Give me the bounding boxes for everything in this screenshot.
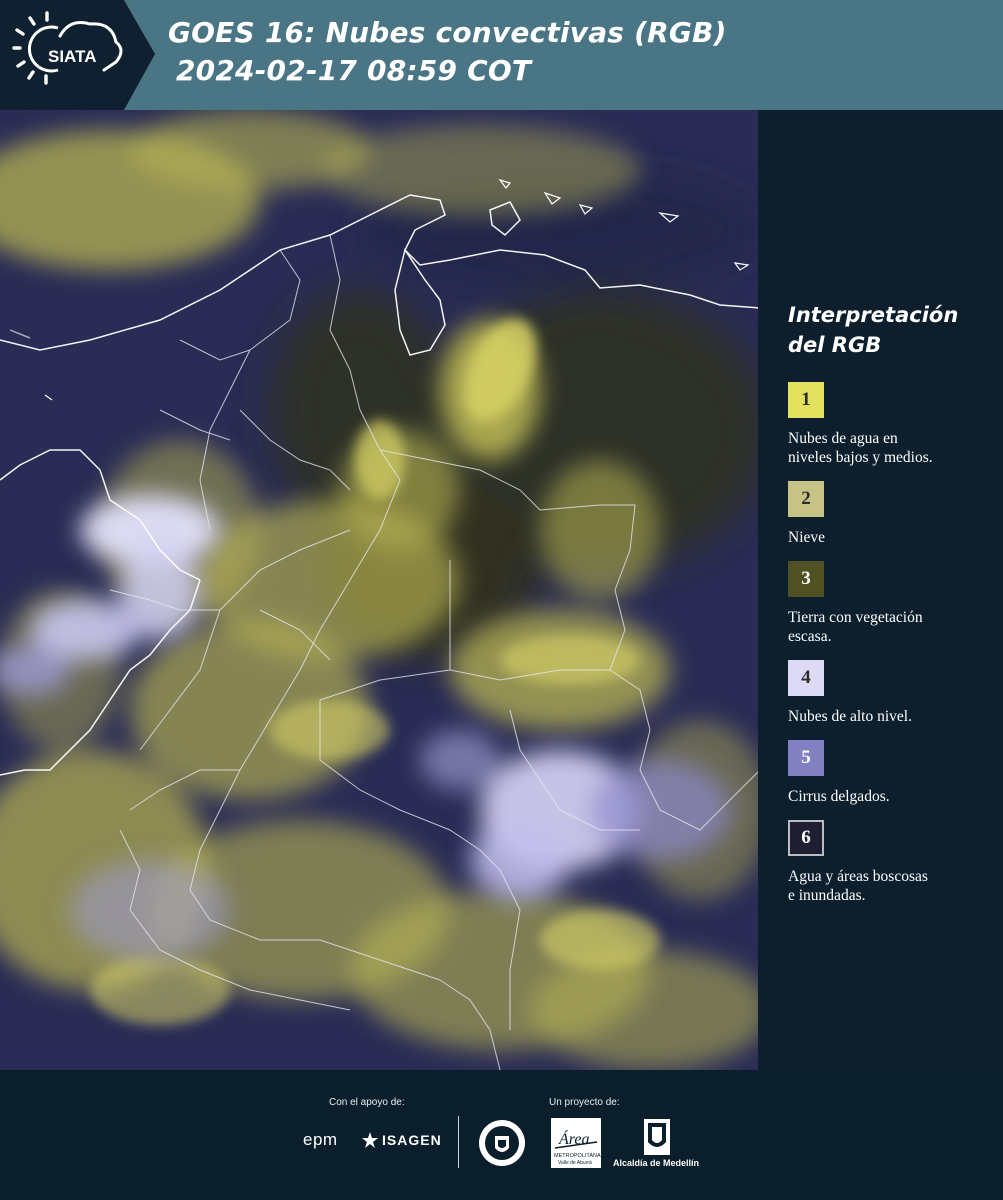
title-timestamp: 2024-02-17 08:59 COT <box>176 54 532 87</box>
legend-label: Agua y áreas boscosas e inundadas. <box>788 868 928 904</box>
epm-logo: epm <box>303 1130 338 1149</box>
legend-label: Nubes de agua en niveles bajos y medios. <box>788 430 933 466</box>
legend-swatch: 4 <box>788 660 824 696</box>
siata-logo: SIATA <box>0 0 155 110</box>
legend-item-2: 2 Nieve <box>788 481 993 547</box>
legend-item-6: 6 Agua y áreas boscosas e inundadas. <box>788 820 993 905</box>
title-line-1: GOES 16: Nubes convectivas (RGB) <box>168 16 727 49</box>
siata-logo-text: SIATA <box>48 47 96 66</box>
isagen-star-icon <box>362 1132 378 1148</box>
footer-divider <box>458 1116 459 1168</box>
legend-swatch: 1 <box>788 382 824 418</box>
satellite-map[interactable] <box>0 110 760 1070</box>
rgb-legend: Interpretación del RGB 1 Nubes de agua e… <box>788 300 993 919</box>
isagen-logo: ISAGEN <box>382 1132 442 1148</box>
alcaldia-logo-text: Alcaldía de Medellín <box>613 1158 700 1168</box>
project-label: Un proyecto de: <box>549 1097 620 1108</box>
legend-item-4: 4 Nubes de alto nivel. <box>788 660 993 726</box>
alcaldia-shield-icon <box>644 1119 670 1155</box>
header-bar: SIATA GOES 16: Nubes convectivas (RGB) 2… <box>0 0 1003 110</box>
legend-label: Nieve <box>788 529 826 546</box>
legend-item-3: 3 Tierra con vegetación escasa. <box>788 561 993 646</box>
support-label: Con el apoyo de: <box>329 1097 405 1108</box>
legend-title: Interpretación del RGB <box>788 303 959 357</box>
page-title: GOES 16: Nubes convectivas (RGB) 2024-02… <box>168 14 727 90</box>
map-edge <box>758 110 776 1070</box>
footer: Con el apoyo de: Un proyecto de: epm ISA… <box>0 1070 1003 1200</box>
legend-item-1: 1 Nubes de agua en niveles bajos y medio… <box>788 382 993 467</box>
legend-swatch: 3 <box>788 561 824 597</box>
legend-label: Cirrus delgados. <box>788 788 890 805</box>
legend-label: Nubes de alto nivel. <box>788 708 912 725</box>
legend-swatch: 5 <box>788 740 824 776</box>
svg-text:Valle de Aburrá: Valle de Aburrá <box>558 1160 592 1166</box>
area-metropolitana-logo: Área METROPOLITANA Valle de Aburrá <box>551 1118 601 1168</box>
legend-item-5: 5 Cirrus delgados. <box>788 740 993 806</box>
legend-label: Tierra con vegetación escasa. <box>788 609 923 645</box>
medellin-seal-icon <box>479 1120 525 1166</box>
legend-swatch: 2 <box>788 481 824 517</box>
legend-swatch: 6 <box>788 820 824 856</box>
svg-text:METROPOLITANA: METROPOLITANA <box>554 1153 601 1159</box>
satellite-map-image <box>0 110 760 1070</box>
